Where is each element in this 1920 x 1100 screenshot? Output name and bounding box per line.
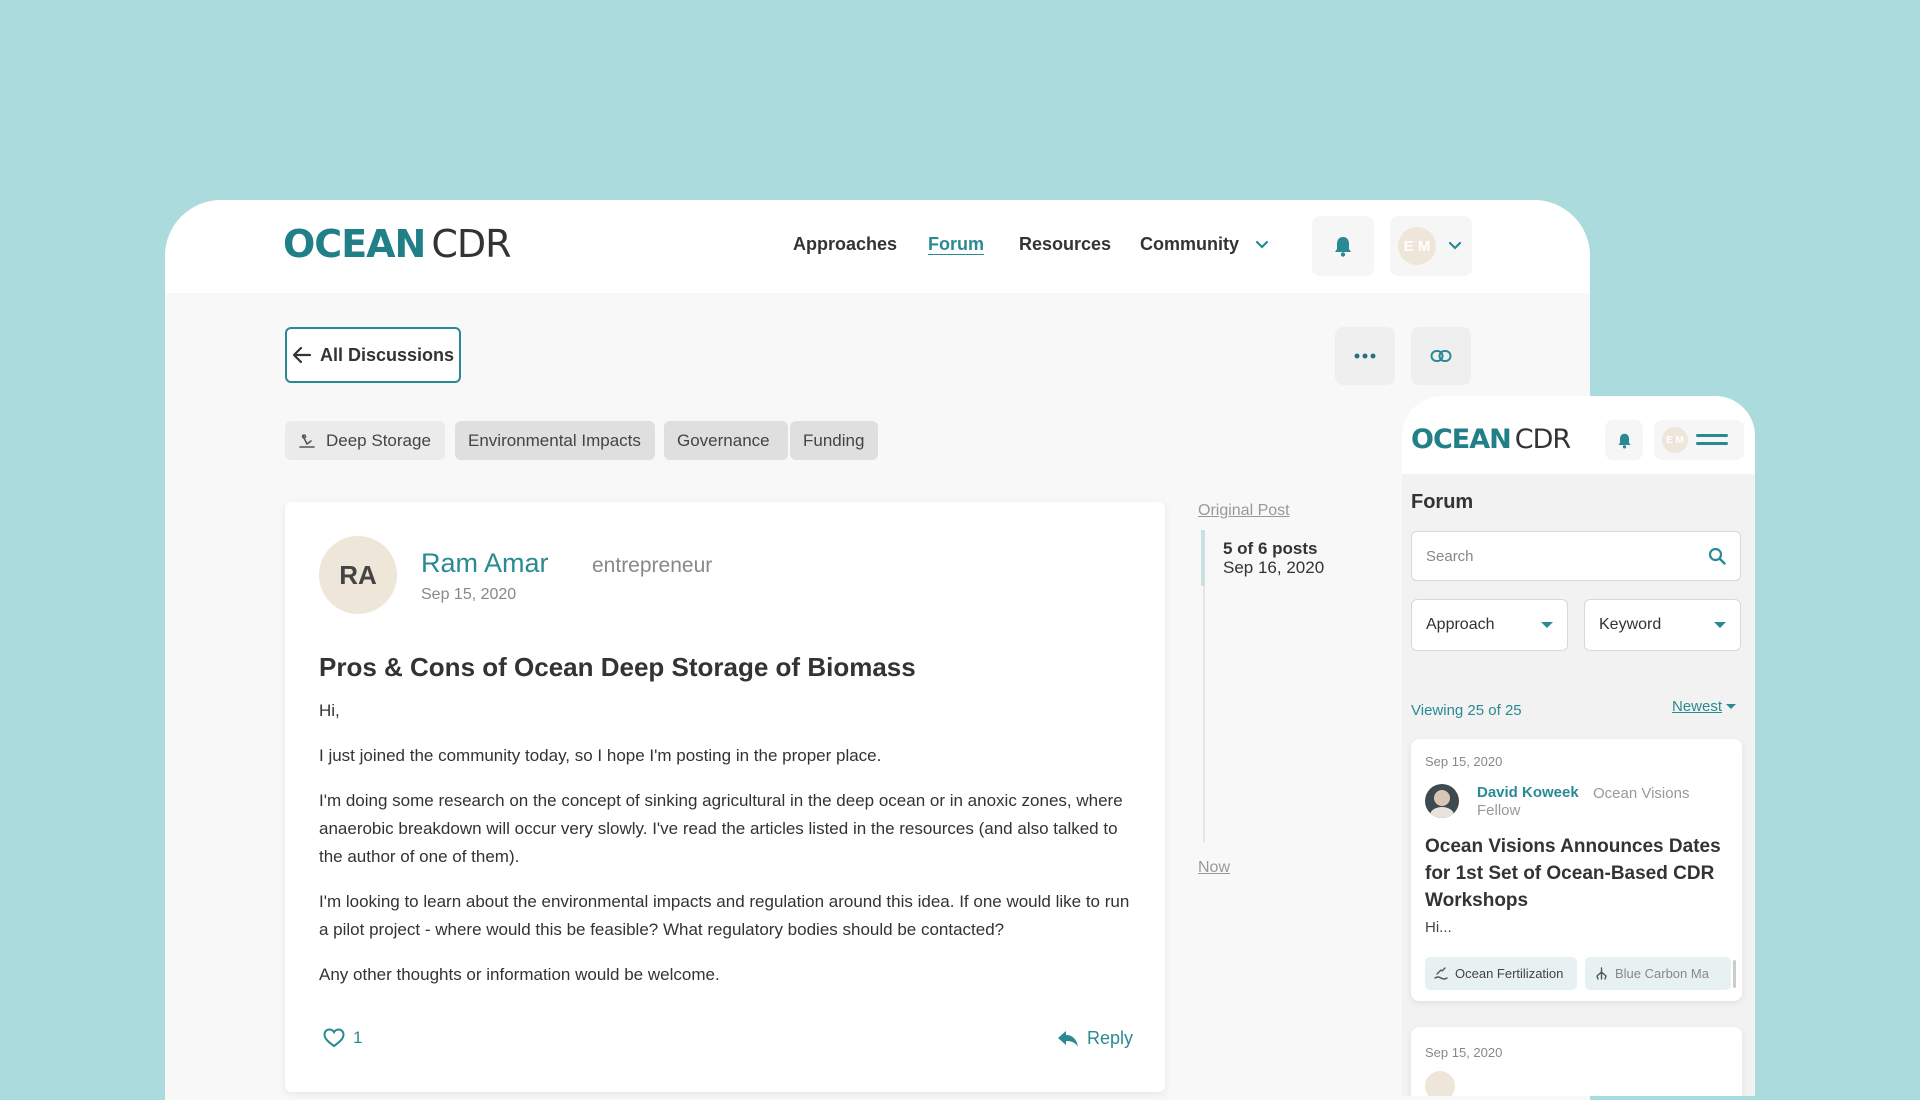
- like-button[interactable]: 1: [323, 1028, 362, 1048]
- author-name[interactable]: Ram Amar: [421, 548, 549, 579]
- tag-funding[interactable]: Funding: [790, 421, 878, 460]
- sort-dropdown[interactable]: Newest: [1672, 698, 1737, 715]
- tag-label: Funding: [803, 430, 865, 450]
- notifications-button[interactable]: [1312, 216, 1374, 276]
- card-tags: Ocean Fertilization Blue Carbon Ma: [1425, 957, 1735, 990]
- deep-storage-icon: [299, 433, 315, 448]
- nav-community[interactable]: Community: [1140, 234, 1239, 255]
- bell-icon: [1335, 237, 1351, 257]
- card-date: Sep 15, 2020: [1425, 1045, 1503, 1060]
- ellipsis-icon: [1354, 353, 1376, 359]
- mobile-header: OCEAN CDR E M: [1402, 396, 1755, 474]
- mobile-frame: OCEAN CDR E M Forum Search Approach Keywo…: [1402, 396, 1755, 1096]
- tag-environmental-impacts[interactable]: Environmental Impacts: [455, 421, 655, 460]
- card-date: Sep 15, 2020: [1425, 754, 1503, 769]
- caret-down-icon: [1541, 622, 1553, 628]
- card-tag-ocean-fertilization[interactable]: Ocean Fertilization: [1425, 957, 1577, 990]
- post-paragraph: I'm doing some research on the concept o…: [319, 791, 1123, 866]
- post-paragraph: I just joined the community today, so I …: [319, 746, 882, 765]
- card-excerpt: Hi...: [1425, 919, 1452, 936]
- approach-select-value: Approach: [1426, 616, 1495, 633]
- copy-link-button[interactable]: [1411, 327, 1471, 385]
- discussion-card[interactable]: Sep 15, 2020 David Koweek Ocean Visions …: [1411, 739, 1742, 1001]
- all-discussions-button[interactable]: All Discussions: [285, 327, 461, 383]
- tag-label: Deep Storage: [326, 430, 431, 450]
- post-card: RA Ram Amar entrepreneur Sep 15, 2020 Pr…: [285, 502, 1165, 1092]
- card-title[interactable]: Ocean Visions Announces Dates for 1st Se…: [1425, 833, 1725, 914]
- timeline-now-link[interactable]: Now: [1198, 859, 1230, 877]
- caret-down-icon: [1726, 704, 1737, 709]
- heart-icon: [323, 1028, 345, 1048]
- card-author-role: Fellow: [1477, 802, 1521, 819]
- caret-down-icon: [1714, 622, 1726, 628]
- link-icon: [1430, 350, 1452, 362]
- like-count: 1: [353, 1028, 363, 1047]
- viewing-count: Viewing 25 of 25: [1411, 702, 1522, 719]
- discussion-card[interactable]: Sep 15, 2020: [1411, 1027, 1742, 1096]
- author-role: entrepreneur: [592, 554, 713, 577]
- nav-resources[interactable]: Resources: [1019, 234, 1111, 255]
- post-paragraph: Hi,: [319, 701, 340, 720]
- card-author-name[interactable]: David Koweek: [1477, 784, 1579, 801]
- mobile-ocean-cdr-logo[interactable]: OCEAN CDR: [1411, 424, 1571, 455]
- top-navigation-bar: OCEAN CDR Approaches Forum Resources Comm…: [165, 200, 1590, 293]
- post-date: Sep 15, 2020: [421, 586, 517, 603]
- logo-cdr-text: CDR: [431, 222, 511, 266]
- mobile-section-title: Forum: [1411, 491, 1474, 513]
- user-avatar: E M: [1398, 227, 1436, 265]
- tag-label: Governance: [677, 430, 770, 450]
- mobile-search-field[interactable]: Search: [1411, 531, 1741, 581]
- logo-ocean-text: OCEAN: [283, 222, 426, 266]
- card-tag-label: Blue Carbon Ma: [1615, 966, 1709, 981]
- card-author-avatar: [1425, 1071, 1455, 1096]
- tag-label: Environmental Impacts: [468, 430, 641, 450]
- search-icon[interactable]: [1708, 547, 1726, 565]
- all-discussions-label: All Discussions: [319, 344, 455, 365]
- chevron-down-icon: [1448, 241, 1462, 250]
- ocean-cdr-logo[interactable]: OCEAN CDR: [283, 222, 512, 266]
- search-input[interactable]: Search: [1426, 548, 1474, 565]
- user-menu-button[interactable]: E M: [1390, 216, 1472, 276]
- timeline-handle[interactable]: [1201, 530, 1205, 586]
- mobile-notifications-button[interactable]: [1605, 420, 1643, 460]
- tags-scrollbar[interactable]: [1733, 960, 1736, 988]
- hamburger-menu-icon[interactable]: [1696, 432, 1728, 448]
- post-paragraph: Any other thoughts or information would …: [319, 965, 720, 984]
- bell-icon: [1618, 433, 1630, 449]
- approach-select[interactable]: Approach: [1411, 599, 1568, 651]
- keyword-select-value: Keyword: [1599, 616, 1662, 633]
- arrow-left-icon: [292, 346, 312, 364]
- timeline-date: Sep 16, 2020: [1223, 558, 1325, 577]
- card-tag-label: Ocean Fertilization: [1455, 966, 1564, 981]
- author-avatar: RA: [319, 536, 397, 614]
- more-options-button[interactable]: [1335, 327, 1395, 385]
- reply-button[interactable]: Reply: [1057, 1028, 1133, 1049]
- card-author-avatar: [1425, 784, 1459, 818]
- sort-label: Newest: [1672, 698, 1723, 715]
- post-paragraph: I'm looking to learn about the environme…: [319, 892, 1130, 939]
- keyword-select[interactable]: Keyword: [1584, 599, 1741, 651]
- card-tag-blue-carbon[interactable]: Blue Carbon Ma: [1585, 957, 1731, 990]
- ocean-fertilization-icon: [1434, 967, 1448, 980]
- logo-cdr-text: CDR: [1514, 424, 1571, 455]
- community-chevron-down-icon[interactable]: [1255, 240, 1269, 250]
- timeline-original-post-link[interactable]: Original Post: [1198, 502, 1290, 520]
- logo-ocean-text: OCEAN: [1411, 424, 1512, 455]
- nav-forum[interactable]: Forum: [928, 234, 984, 255]
- mobile-user-menu[interactable]: E M: [1654, 420, 1744, 460]
- desktop-frame: OCEAN CDR Approaches Forum Resources Comm…: [165, 200, 1590, 1100]
- post-title: Pros & Cons of Ocean Deep Storage of Bio…: [319, 652, 916, 682]
- reply-arrow-icon: [1058, 1030, 1078, 1047]
- nav-approaches[interactable]: Approaches: [793, 234, 897, 255]
- tag-governance[interactable]: Governance: [664, 421, 788, 460]
- timeline-position: 5 of 6 posts: [1223, 539, 1318, 558]
- post-body: Hi, I just joined the community today, s…: [319, 697, 1139, 989]
- reply-label: Reply: [1087, 1028, 1134, 1048]
- card-author-org: Ocean Visions: [1593, 785, 1690, 802]
- mobile-user-avatar: E M: [1662, 427, 1688, 453]
- mangrove-icon: [1596, 967, 1607, 980]
- tag-deep-storage[interactable]: Deep Storage: [285, 421, 445, 460]
